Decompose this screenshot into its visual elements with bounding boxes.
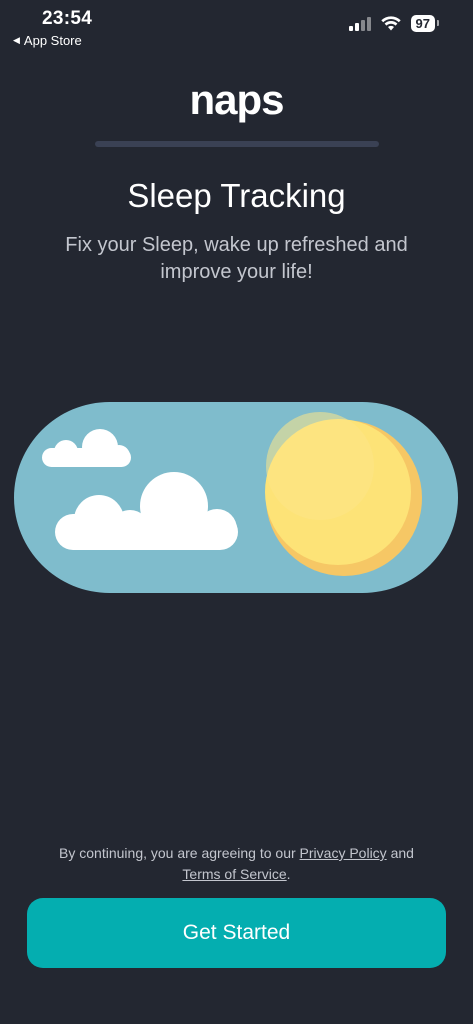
legal-suffix: . [286,866,291,882]
battery-icon: 97 [410,15,440,32]
terms-of-service-link[interactable]: Terms of Service [182,866,286,882]
back-app-label: App Store [23,33,82,48]
onboarding-screen: 23:54 ◀ App Store 97 naps Sleep Tracking… [0,0,473,1024]
legal-notice: By continuing, you are agreeing to our P… [20,843,453,885]
status-indicators: 97 [348,15,440,32]
page-subtitle: Fix your Sleep, wake up refreshed and im… [65,234,408,283]
privacy-policy-link[interactable]: Privacy Policy [300,845,387,861]
header-divider [95,141,379,147]
status-time: 23:54 [42,8,93,29]
legal-prefix: By continuing, you are agreeing to our [59,845,296,861]
back-arrow-icon: ◀ [13,35,20,45]
page-title: Sleep Tracking [127,177,346,214]
legal-and: and [390,845,414,861]
cellular-signal-icon [348,16,371,31]
wifi-icon [380,16,401,31]
app-logo: naps [189,76,284,123]
get-started-button[interactable]: Get Started [27,898,446,968]
sleep-illustration [14,402,458,593]
back-to-app-store[interactable]: ◀ App Store [13,33,82,48]
